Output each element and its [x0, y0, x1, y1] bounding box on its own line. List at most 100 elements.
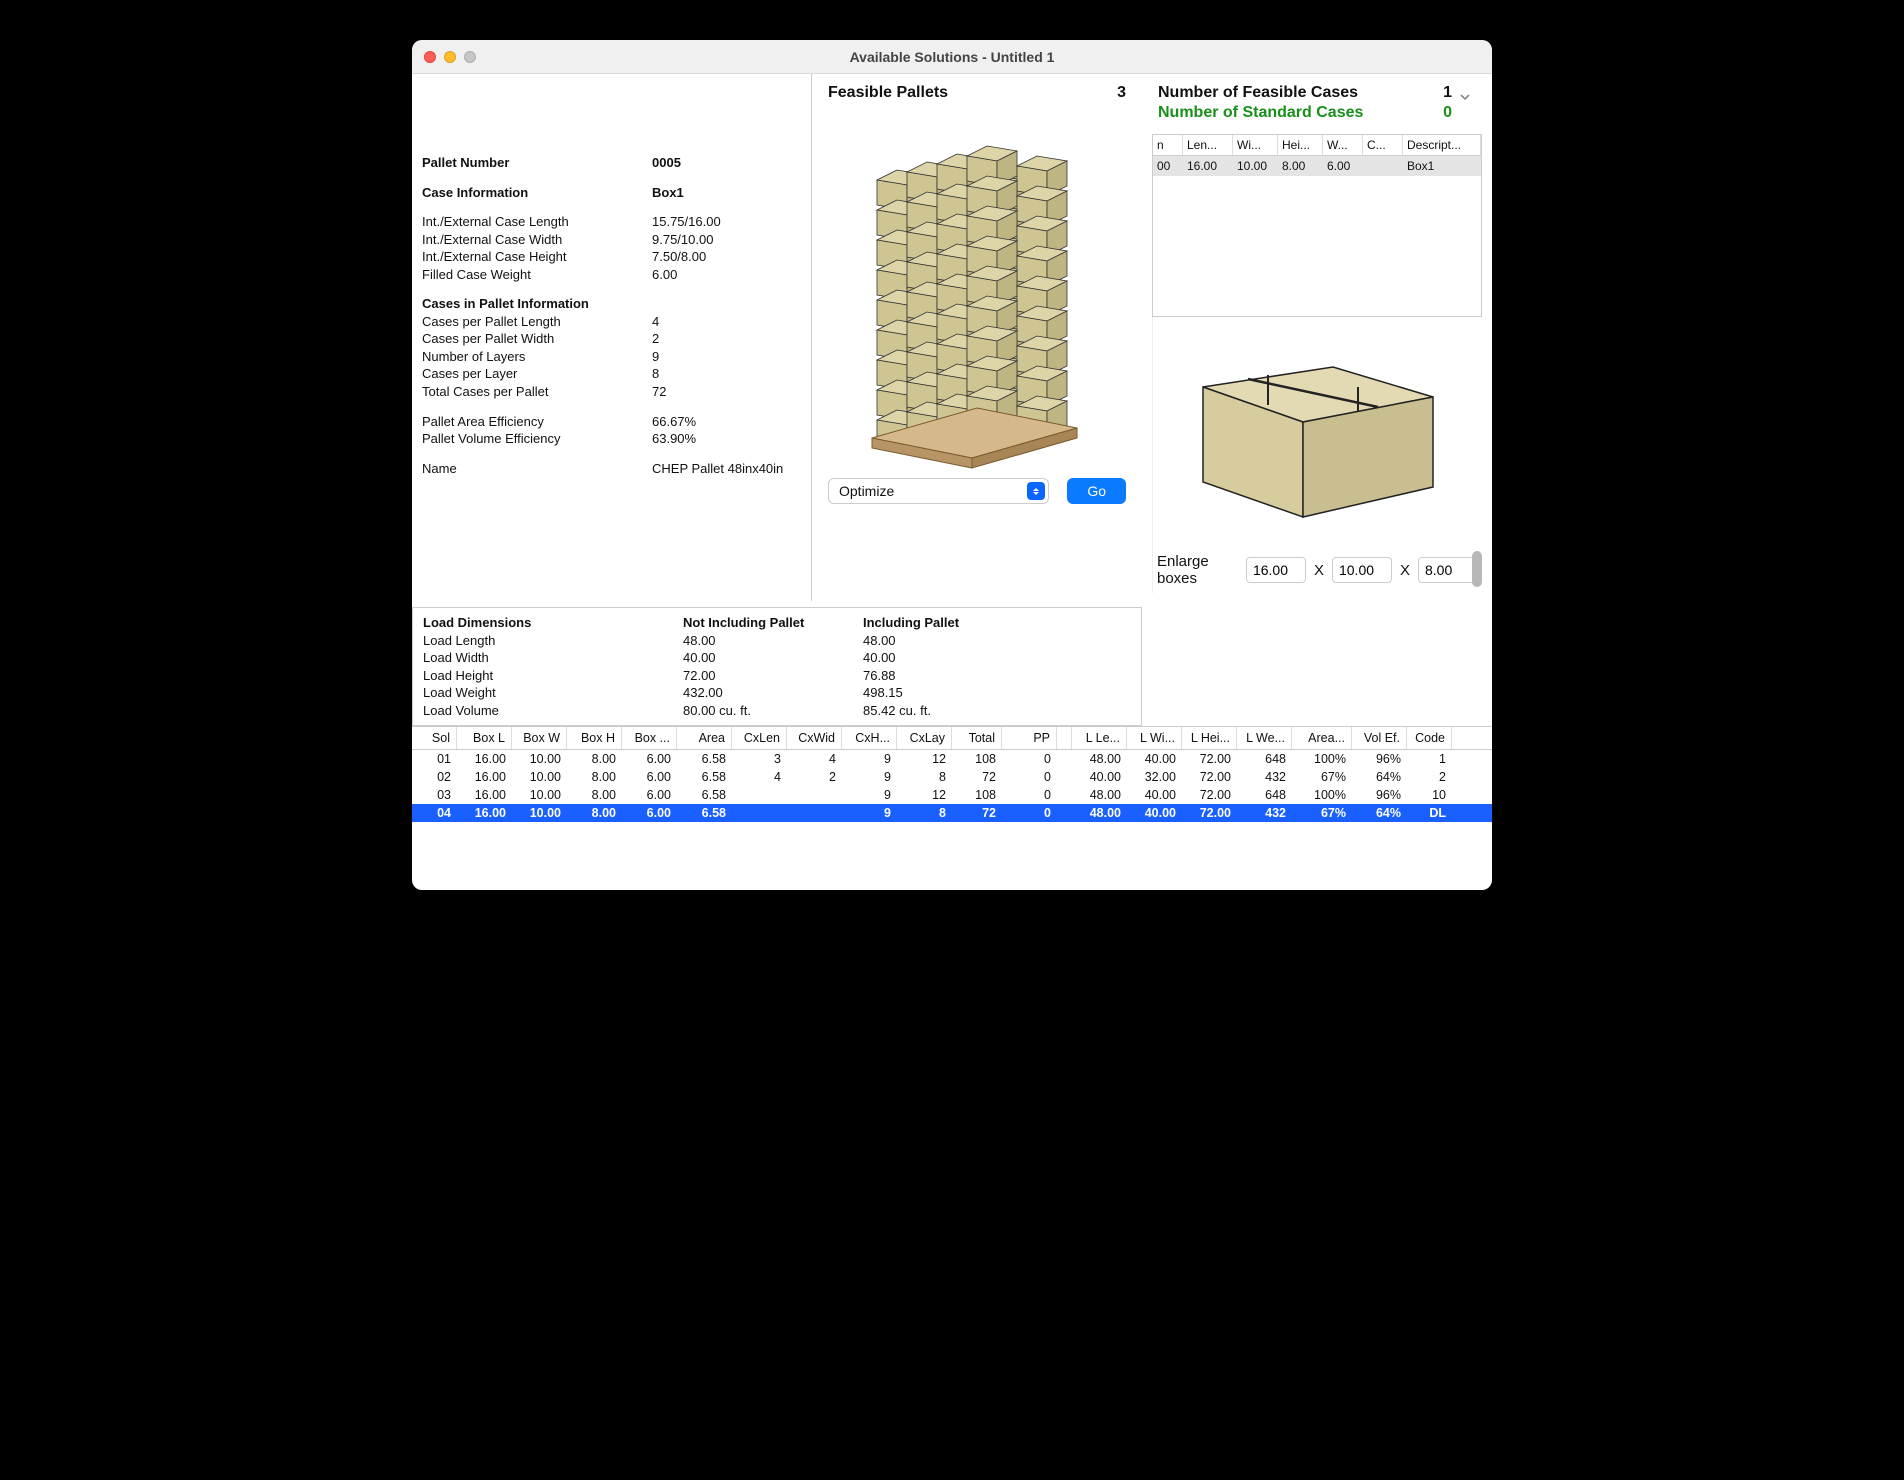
column-header[interactable]: Sol — [412, 727, 457, 749]
cell: 8.00 — [567, 768, 622, 786]
cell: 6.58 — [677, 786, 732, 804]
column-header[interactable]: Code — [1407, 727, 1452, 749]
cell: 6.58 — [677, 804, 732, 822]
load-key: Load Volume — [423, 702, 683, 720]
chevron-down-icon[interactable] — [1458, 90, 1472, 104]
load-val: 498.15 — [863, 684, 1043, 702]
cell: 8 — [897, 804, 952, 822]
action-select-value: Optimize — [828, 478, 1049, 504]
load-val: 40.00 — [863, 649, 1043, 667]
cell: 40.00 — [1127, 804, 1182, 822]
column-header[interactable]: CxLay — [897, 727, 952, 749]
column-header[interactable]: C... — [1363, 135, 1403, 155]
cell: 16.00 — [457, 768, 512, 786]
column-header[interactable]: CxH... — [842, 727, 897, 749]
column-header[interactable]: Area... — [1292, 727, 1352, 749]
column-header[interactable]: n — [1153, 135, 1183, 155]
close-icon[interactable] — [424, 51, 436, 63]
solutions-table: SolBox LBox WBox HBox ...AreaCxLenCxWidC… — [412, 726, 1492, 890]
column-header[interactable]: PP — [1002, 727, 1057, 749]
column-header[interactable]: Area — [677, 727, 732, 749]
column-header[interactable]: Hei... — [1278, 135, 1323, 155]
column-header[interactable]: L Le... — [1072, 727, 1127, 749]
cases-panel: Number of Feasible Cases1 Number of Stan… — [1142, 74, 1492, 601]
cell: 4 — [787, 750, 842, 768]
load-val: 48.00 — [683, 632, 863, 650]
cell: 9 — [842, 804, 897, 822]
enlarge-x-input[interactable] — [1246, 557, 1306, 583]
go-button[interactable]: Go — [1067, 478, 1126, 504]
action-select[interactable]: Optimize — [828, 478, 1049, 504]
column-header[interactable]: W... — [1323, 135, 1363, 155]
column-header[interactable]: Vol Ef. — [1352, 727, 1407, 749]
column-header[interactable]: Box W — [512, 727, 567, 749]
cell: 64% — [1352, 768, 1407, 786]
cases-pallet-header: Cases in Pallet Information — [422, 295, 801, 313]
minimize-icon[interactable] — [444, 51, 456, 63]
column-header[interactable]: L Wi... — [1127, 727, 1182, 749]
cell: 96% — [1352, 750, 1407, 768]
load-key: Load Weight — [423, 684, 683, 702]
table-row[interactable]: 0016.0010.008.006.00Box1 — [1153, 156, 1481, 176]
cell: 1 — [1407, 750, 1452, 768]
info-key: Int./External Case Width — [422, 231, 652, 249]
cell: 8.00 — [1278, 156, 1323, 176]
cell: 72.00 — [1182, 804, 1237, 822]
column-header[interactable]: L Hei... — [1182, 727, 1237, 749]
column-header[interactable] — [1057, 727, 1072, 749]
cell — [1057, 768, 1072, 786]
cell: 10 — [1407, 786, 1452, 804]
table-row[interactable]: 0116.0010.008.006.006.5834912108048.0040… — [412, 750, 1492, 768]
cell: 6.00 — [622, 750, 677, 768]
column-header[interactable]: Box L — [457, 727, 512, 749]
table-row[interactable]: 0416.0010.008.006.006.589872048.0040.007… — [412, 804, 1492, 822]
info-key: Cases per Layer — [422, 365, 652, 383]
pallet-3d-icon — [847, 110, 1107, 470]
enlarge-z-input[interactable] — [1418, 557, 1478, 583]
box-3d-icon — [1183, 327, 1453, 537]
cell: 03 — [412, 786, 457, 804]
table-row[interactable]: 0316.0010.008.006.006.58912108048.0040.0… — [412, 786, 1492, 804]
cell: 100% — [1292, 786, 1352, 804]
column-header[interactable]: Descript... — [1403, 135, 1481, 155]
window-title: Available Solutions - Untitled 1 — [412, 49, 1492, 65]
column-header[interactable]: L We... — [1237, 727, 1292, 749]
cell: 10.00 — [512, 750, 567, 768]
column-header[interactable]: Wi... — [1233, 135, 1278, 155]
info-key: Int./External Case Length — [422, 213, 652, 231]
info-value: 2 — [652, 330, 659, 348]
x-separator: X — [1314, 562, 1324, 579]
cell: 48.00 — [1072, 750, 1127, 768]
cell — [1057, 786, 1072, 804]
cell — [732, 786, 787, 804]
cell: 108 — [952, 750, 1002, 768]
scrollbar-thumb[interactable] — [1472, 551, 1482, 587]
info-key: Cases per Pallet Width — [422, 330, 652, 348]
cell — [1057, 804, 1072, 822]
info-key: Pallet Volume Efficiency — [422, 430, 652, 448]
column-header[interactable]: CxLen — [732, 727, 787, 749]
load-val: 72.00 — [683, 667, 863, 685]
cell: 10.00 — [512, 804, 567, 822]
column-header[interactable]: CxWid — [787, 727, 842, 749]
cell: 6.58 — [677, 768, 732, 786]
cell: 4 — [732, 768, 787, 786]
cell: 64% — [1352, 804, 1407, 822]
column-header[interactable]: Len... — [1183, 135, 1233, 155]
pallet-visual-panel: Feasible Pallets3 — [812, 74, 1142, 601]
info-value: 15.75/16.00 — [652, 213, 721, 231]
pallet-name-value: CHEP Pallet 48inx40in — [652, 460, 783, 478]
table-row[interactable]: 0216.0010.008.006.006.58429872040.0032.0… — [412, 768, 1492, 786]
cell: 72.00 — [1182, 786, 1237, 804]
column-header[interactable]: Total — [952, 727, 1002, 749]
cases-table: nLen...Wi...Hei...W...C...Descript... 00… — [1152, 134, 1482, 317]
zoom-icon[interactable] — [464, 51, 476, 63]
window-controls — [424, 51, 476, 63]
cell: 3 — [732, 750, 787, 768]
column-header[interactable]: Box H — [567, 727, 622, 749]
cell: 72 — [952, 804, 1002, 822]
column-header[interactable]: Box ... — [622, 727, 677, 749]
enlarge-y-input[interactable] — [1332, 557, 1392, 583]
cell: 96% — [1352, 786, 1407, 804]
cell: 9 — [842, 786, 897, 804]
